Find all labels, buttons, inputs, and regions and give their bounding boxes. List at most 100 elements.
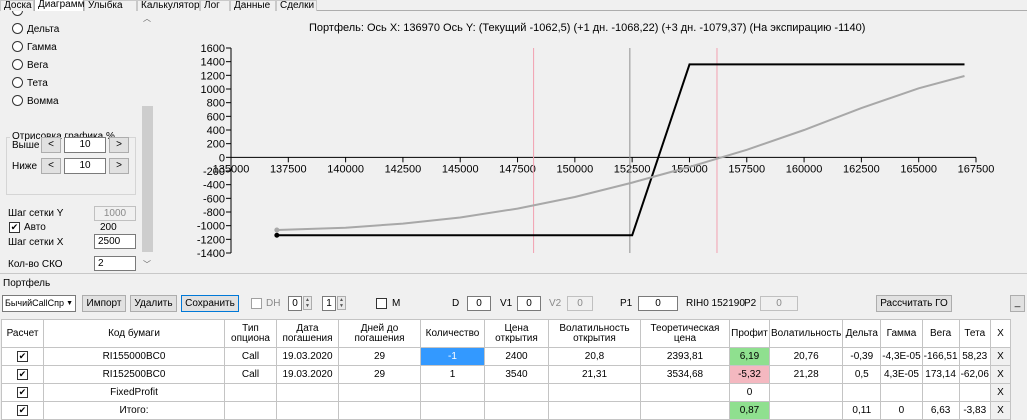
cell-vol[interactable] (768, 383, 844, 402)
col-header[interactable]: Теоретическая цена (640, 319, 730, 348)
cell-theo[interactable]: 2393,81 (640, 347, 730, 366)
col-header[interactable]: Вега (921, 319, 960, 348)
calc-checkbox[interactable]: ✔ (17, 350, 28, 362)
cell-calc[interactable]: ✔ (1, 383, 44, 402)
delete-row-button[interactable]: X (989, 347, 1011, 366)
below-input[interactable]: 10 (64, 158, 106, 174)
table-row[interactable]: ✔ RI152500BC0 Call 19.03.2020 29 1 3540 … (1, 365, 1011, 384)
m-checkbox[interactable] (376, 298, 387, 309)
cell-code[interactable]: RI152500BC0 (43, 365, 225, 384)
col-header[interactable]: Профит (729, 319, 770, 348)
cell-days[interactable]: 29 (338, 365, 421, 384)
cell-price[interactable]: 2400 (484, 347, 549, 366)
cell-qty[interactable]: -1 (420, 347, 485, 366)
calc-checkbox[interactable]: ✔ (17, 386, 28, 398)
import-button[interactable]: Импорт (82, 295, 126, 312)
cell-theo[interactable] (640, 383, 730, 402)
radio-gamma[interactable]: Гамма (12, 41, 57, 55)
grid-y-input[interactable]: 1000 (94, 206, 136, 221)
chevron-down-icon[interactable]: ﹀ (143, 259, 151, 270)
radio-theta[interactable]: Тета (12, 77, 48, 91)
cell-type[interactable]: Call (224, 347, 277, 366)
below-decrease-button[interactable]: < (41, 158, 61, 174)
cell-delta[interactable]: -0,39 (842, 347, 882, 366)
cell-vega[interactable]: 173,14 (921, 365, 960, 384)
cell-delta[interactable] (842, 383, 882, 402)
radio-vega[interactable]: Вега (12, 59, 48, 73)
cell-days[interactable] (338, 383, 421, 402)
tab-kalkulyator[interactable]: Калькулятор (137, 0, 200, 11)
cell-vega[interactable] (921, 383, 960, 402)
cell-gamma[interactable]: -4,3E-05 (880, 347, 923, 366)
cell-qty[interactable] (420, 383, 485, 402)
spin1-arrows[interactable]: ▲ ▼ (303, 296, 312, 310)
above-increase-button[interactable]: > (109, 137, 129, 153)
cell-gamma[interactable] (880, 383, 923, 402)
table-row[interactable]: ✔ FixedProfit 0 X (1, 383, 1011, 402)
cell-type[interactable] (224, 383, 277, 402)
spin2-input[interactable]: 1 (322, 296, 336, 311)
calc-checkbox[interactable]: ✔ (17, 404, 28, 416)
v2-input[interactable]: 0 (567, 296, 593, 311)
d-input[interactable]: 0 (467, 296, 491, 311)
cell-profit[interactable]: 0 (729, 383, 770, 402)
radio-vomma[interactable]: Вомма (12, 95, 59, 109)
tab-log[interactable]: Лог (200, 0, 230, 11)
cell-vol[interactable]: 21,28 (768, 365, 844, 384)
col-header[interactable]: Тета (958, 319, 991, 348)
cell-calc[interactable]: ✔ (1, 365, 44, 384)
tab-doska[interactable]: Доска (0, 0, 34, 11)
calc-checkbox[interactable]: ✔ (17, 368, 28, 380)
col-header[interactable]: Тип опциона (224, 319, 277, 348)
cell-qty[interactable]: 1 (420, 365, 485, 384)
col-header[interactable]: Гамма (880, 319, 923, 348)
col-header[interactable]: Дельта (842, 319, 882, 348)
col-header[interactable]: Количество (420, 319, 485, 348)
settings-scrollbar[interactable]: ︿ ﹀ (141, 11, 154, 273)
tab-diagramma[interactable]: Диаграмма (34, 0, 90, 11)
cell-theo[interactable]: 3534,68 (640, 365, 730, 384)
delete-row-button[interactable]: X (989, 383, 1011, 402)
cell-delta[interactable]: 0,5 (842, 365, 882, 384)
sko-input[interactable]: 2 (94, 256, 136, 271)
portfolio-select[interactable]: БычийCallСпр ▼ (2, 295, 76, 312)
tab-sdelki[interactable]: Сделки (276, 0, 317, 11)
below-increase-button[interactable]: > (109, 158, 129, 174)
scrollbar-thumb[interactable] (142, 106, 153, 252)
col-header[interactable]: Расчет (1, 319, 44, 348)
grid-x-input[interactable]: 2500 (94, 234, 136, 249)
cell-date[interactable] (276, 383, 339, 402)
save-button[interactable]: Сохранить (181, 295, 239, 312)
delete-row-button[interactable]: X (989, 365, 1011, 384)
cell-code[interactable]: FixedProfit (43, 383, 225, 402)
radio-partial[interactable] (12, 11, 27, 19)
cell-calc[interactable]: ✔ (1, 347, 44, 366)
cell-price[interactable]: 3540 (484, 365, 549, 384)
col-header[interactable]: Волатильность (768, 319, 844, 348)
cell-price[interactable] (484, 383, 549, 402)
tab-ulybka[interactable]: Улыбка (84, 0, 137, 11)
minimize-button[interactable]: _ (1010, 295, 1025, 312)
cell-profit[interactable]: 6,19 (729, 347, 770, 366)
cell-gamma[interactable]: 4,3E-05 (880, 365, 923, 384)
spin2-arrows[interactable]: ▲ ▼ (337, 296, 346, 310)
above-input[interactable]: 10 (64, 137, 106, 153)
cell-vol-open[interactable]: 20,8 (548, 347, 641, 366)
col-header[interactable]: Дата погашения (276, 319, 339, 348)
cell-theta[interactable]: -62,06 (958, 365, 991, 384)
cell-vol-open[interactable]: 21,31 (548, 365, 641, 384)
radio-delta[interactable]: Дельта (12, 23, 59, 37)
cell-profit[interactable]: -5,32 (729, 365, 770, 384)
col-header[interactable]: Волатильность открытия (548, 319, 641, 348)
auto-checkbox[interactable]: ✔ (9, 222, 20, 233)
spin1-input[interactable]: 0 (288, 296, 302, 311)
dh-checkbox[interactable] (251, 298, 262, 309)
col-header[interactable]: X (989, 319, 1011, 348)
v1-input[interactable]: 0 (517, 296, 541, 311)
col-header[interactable]: Цена открытия (484, 319, 549, 348)
col-header[interactable]: Код бумаги (43, 319, 225, 348)
cell-type[interactable]: Call (224, 365, 277, 384)
p2-input[interactable]: 0 (760, 296, 798, 311)
cell-theta[interactable]: 58,23 (958, 347, 991, 366)
p1-input[interactable]: 0 (638, 296, 678, 311)
